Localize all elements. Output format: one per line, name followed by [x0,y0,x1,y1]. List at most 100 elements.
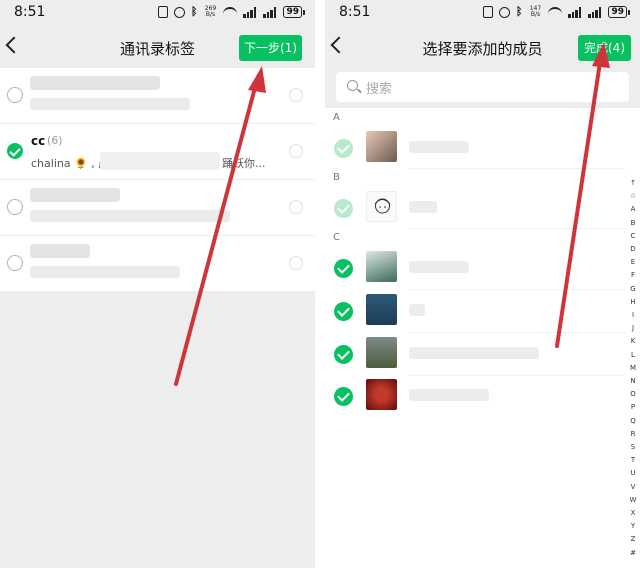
index-letter[interactable]: D [628,243,638,256]
index-letter[interactable]: # [628,547,638,560]
index-letter[interactable]: T [628,454,638,467]
index-letter[interactable]: J [628,322,638,335]
avatar [366,337,397,368]
blurred-preview [30,98,190,110]
alarm-icon [173,6,185,18]
section-letter-b: B [333,172,340,183]
search-placeholder: 搜索 [366,82,393,97]
avatar [366,191,397,222]
section-letter-a: A [333,112,340,123]
index-letter[interactable]: W [628,494,638,507]
index-letter[interactable]: K [628,335,638,348]
index-letter[interactable]: I [628,309,638,322]
index-letter[interactable]: Q [628,415,638,428]
alarm-icon [498,6,510,18]
wifi-icon [548,7,563,17]
member-row[interactable] [325,251,625,287]
bluetooth-icon: ᛒ [190,5,198,18]
index-letter[interactable]: O [628,388,638,401]
index-letter[interactable]: F [628,269,638,282]
status-icons: ᛒ 147 B/s 99 [482,5,630,18]
blurred-member-name [409,141,469,153]
radio-unchecked[interactable] [7,255,23,271]
nfc-icon [157,6,168,18]
signal-icon [568,6,582,18]
member-row[interactable] [325,191,625,227]
index-letter[interactable]: U [628,467,638,480]
index-letter[interactable]: G [628,283,638,296]
index-letter[interactable]: ↑ [628,177,638,190]
blurred-member-name [409,261,469,273]
list-item[interactable] [0,180,315,236]
index-letter[interactable]: B [628,217,638,230]
faint-indicator [289,256,303,270]
avatar [366,251,397,282]
radio-unchecked[interactable] [7,87,23,103]
done-button[interactable]: 完成(4) [578,35,631,61]
sketch-avatar-icon [374,198,391,214]
member-row[interactable] [325,379,625,415]
tag-members-preview-tail: 踊跃你... [222,157,266,170]
locked-check-icon [334,139,353,158]
index-letter[interactable]: Y [628,520,638,533]
blurred-member-name [409,304,425,316]
index-letter[interactable]: ☆ [628,190,638,203]
tag-members-preview: chalina 🌻 , 晨 [31,157,110,170]
list-item[interactable] [0,68,315,124]
wifi-icon [223,7,238,17]
right-screen: 8:51 ᛒ 147 B/s 99 选择要添加的成员 完成(4) 搜索 A B … [325,0,640,568]
status-icons: ᛒ 269 B/s 99 [157,5,305,18]
index-letter[interactable]: S [628,441,638,454]
check-icon[interactable] [334,259,353,278]
status-time: 8:51 [14,4,46,20]
next-step-button[interactable]: 下一步(1) [239,35,302,61]
blurred-member-name [409,389,489,401]
check-icon[interactable] [334,387,353,406]
index-letter[interactable]: N [628,375,638,388]
faint-indicator [289,200,303,214]
list-item[interactable] [0,236,315,292]
blurred-preview [30,210,230,222]
blurred-name [30,188,120,202]
index-letter[interactable]: R [628,428,638,441]
index-letter[interactable]: M [628,362,638,375]
search-input[interactable]: 搜索 [336,72,629,102]
tag-member-count: (6) [47,134,63,147]
network-speed: 269 B/s [204,5,217,18]
avatar [366,131,397,162]
nav-bar: 选择要添加的成员 完成(4) [325,26,640,68]
index-letter[interactable]: A [628,203,638,216]
check-icon[interactable] [334,302,353,321]
index-letter[interactable]: Z [628,533,638,546]
locked-check-icon [334,199,353,218]
search-icon [347,80,358,91]
faint-indicator [289,88,303,102]
member-row[interactable] [325,294,625,330]
index-letter[interactable]: V [628,481,638,494]
alphabet-index[interactable]: ↑ ☆ A B C D E F G H I J K L M N O P Q R S T U V W X Y Z # [628,177,638,560]
screenshot-pair: 8:51 ᛒ 269 B/s 99 通讯录标签 下一步(1) cc (6) ch… [0,0,640,568]
radio-checked[interactable] [7,143,23,159]
signal-icon [243,6,257,18]
index-letter[interactable]: C [628,230,638,243]
list-item-cc[interactable]: cc (6) chalina 🌻 , 晨 踊跃你... [0,124,315,180]
index-letter[interactable]: L [628,349,638,362]
nfc-icon [482,6,493,18]
nav-bar: 通讯录标签 下一步(1) [0,26,315,68]
radio-unchecked[interactable] [7,199,23,215]
battery-icon: 99 [283,6,305,18]
check-icon[interactable] [334,345,353,364]
member-row[interactable] [325,131,625,167]
index-letter[interactable]: P [628,401,638,414]
member-row[interactable] [325,337,625,373]
blurred-name [30,244,90,258]
left-screen: 8:51 ᛒ 269 B/s 99 通讯录标签 下一步(1) cc (6) ch… [0,0,315,568]
status-time: 8:51 [339,4,371,20]
network-speed: 147 B/s [529,5,542,18]
blurred-preview [100,152,220,170]
index-letter[interactable]: E [628,256,638,269]
index-letter[interactable]: X [628,507,638,520]
index-letter[interactable]: H [628,296,638,309]
faint-indicator [289,144,303,158]
avatar [366,379,397,410]
